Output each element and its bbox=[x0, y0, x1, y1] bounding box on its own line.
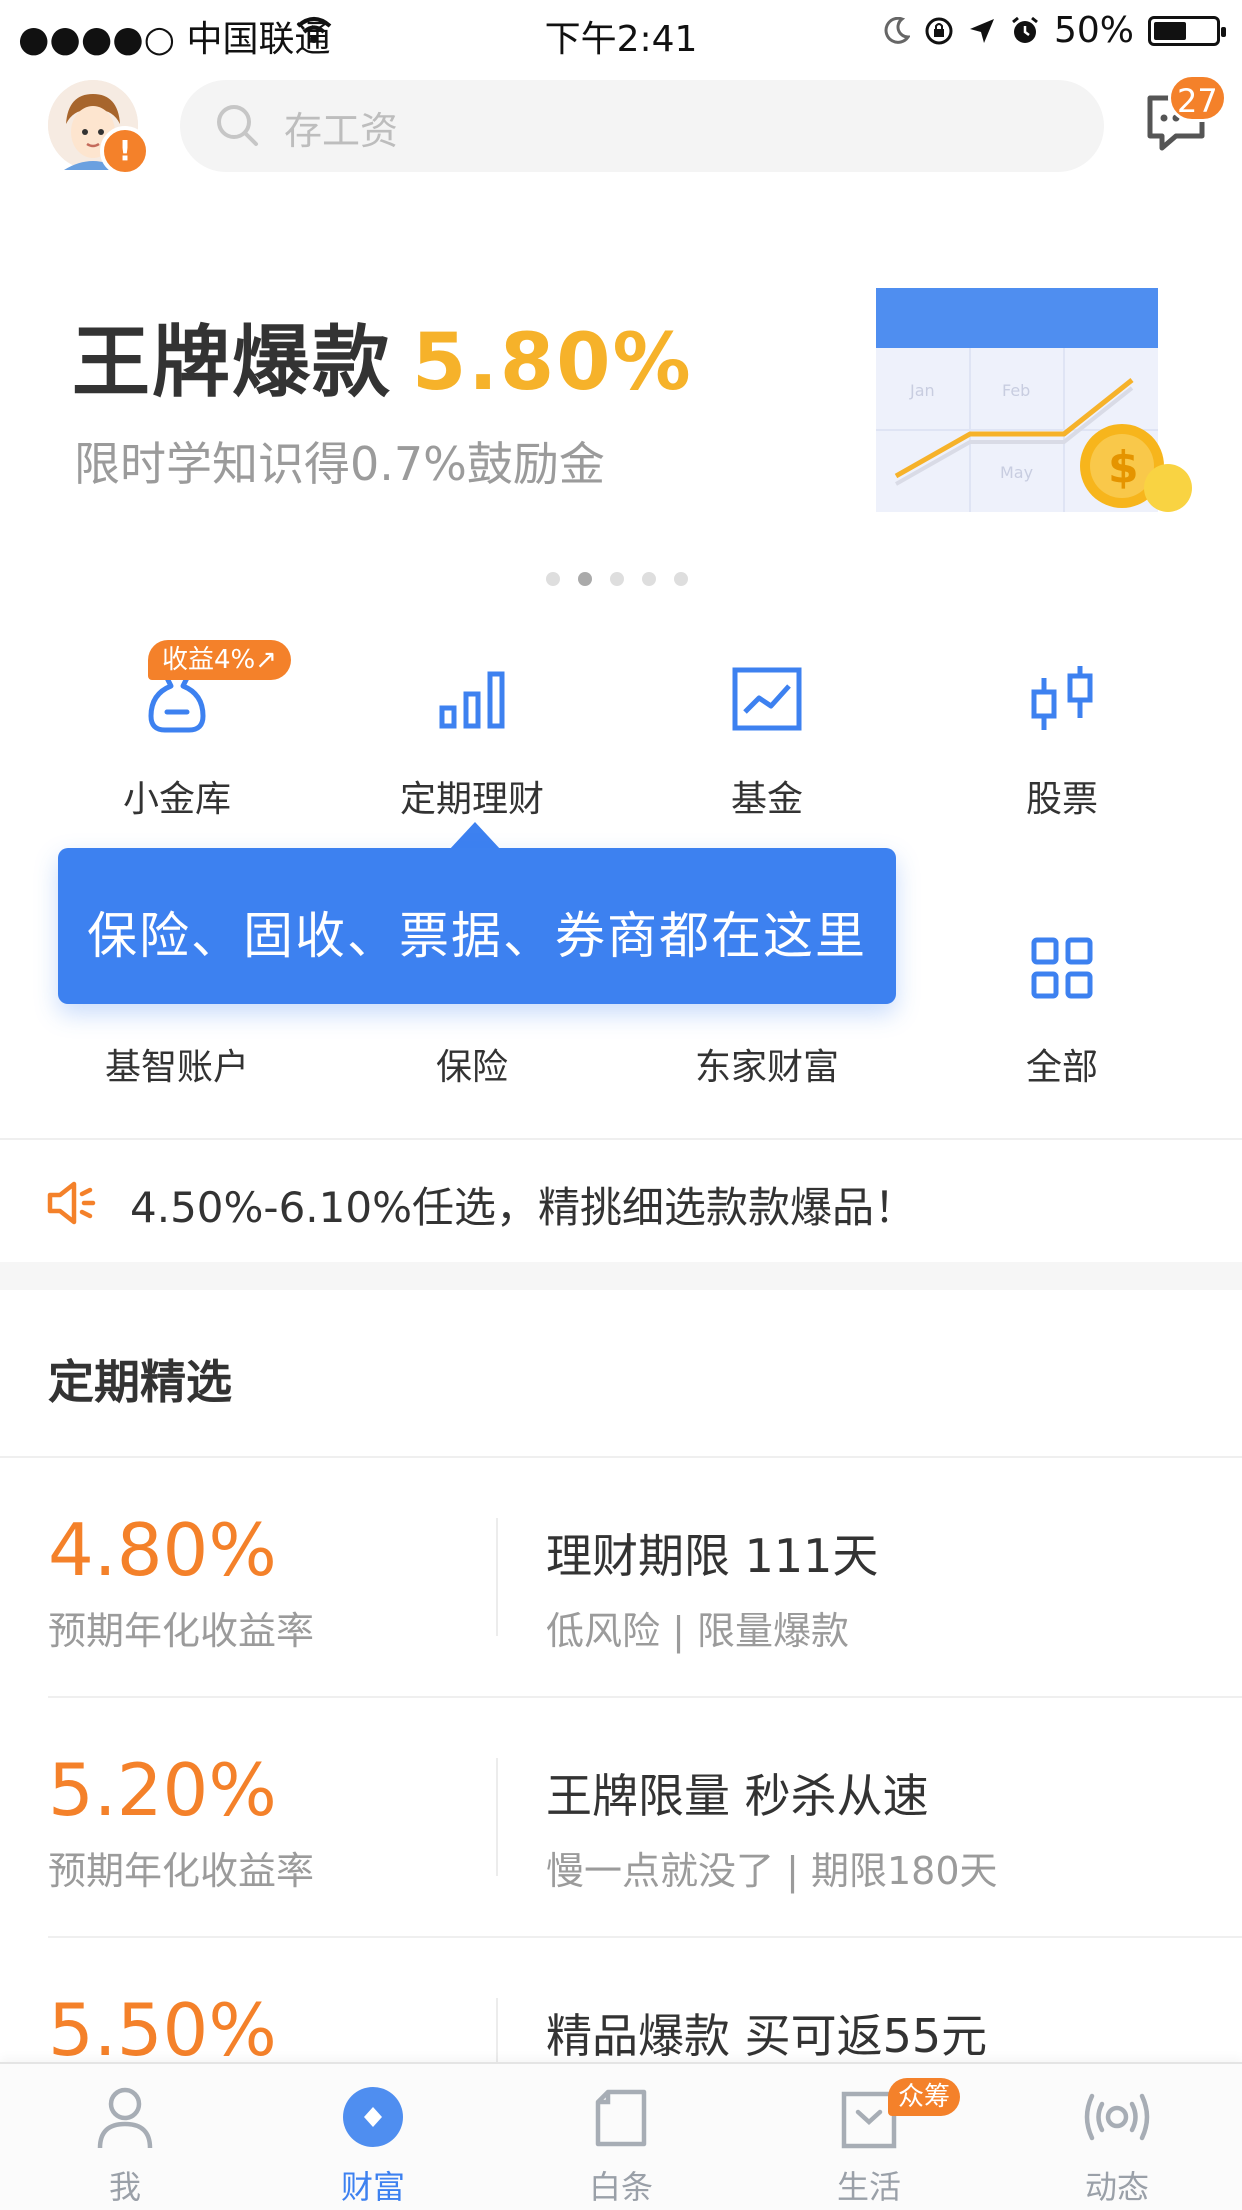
rotation-lock-icon bbox=[925, 17, 953, 44]
product-rate: 5.50% bbox=[48, 1988, 277, 2072]
broadcast-icon bbox=[1084, 2093, 1150, 2141]
product-subtitle: 低风险 | 限量爆款 bbox=[546, 1609, 849, 1653]
pager-dot[interactable] bbox=[610, 572, 624, 586]
tab-label: 动态 bbox=[1084, 2168, 1149, 2206]
product-rate: 4.80% bbox=[48, 1508, 277, 1592]
product-title: 理财期限 111天 bbox=[546, 1529, 879, 1583]
tab-label: 白条 bbox=[588, 2168, 653, 2206]
tab-label: 财富 bbox=[340, 2168, 405, 2206]
product-divider bbox=[496, 1758, 498, 1876]
product-rate: 5.20% bbox=[48, 1748, 277, 1832]
notice-text[interactable]: 4.50%-6.10%任选，精挑细选款款爆品！ bbox=[130, 1174, 916, 1235]
pager-dot-active[interactable] bbox=[578, 572, 592, 586]
diamond-coin-icon bbox=[343, 2087, 403, 2147]
product-subtitle: 慢一点就没了 | 期限180天 bbox=[546, 1849, 998, 1893]
speaker-icon bbox=[47, 1181, 96, 1225]
divider bbox=[0, 1456, 1242, 1458]
divider bbox=[48, 1696, 1242, 1698]
grid-item-xiaojinku[interactable]: 小金库 bbox=[27, 660, 327, 822]
crowdfunding-badge: 众筹 bbox=[888, 2078, 961, 2116]
message-button[interactable]: 27 bbox=[1146, 74, 1227, 151]
tooltip-text: 保险、固收、票据、券商都在这里 bbox=[87, 907, 867, 965]
illustration-month-jan: Jan bbox=[909, 381, 935, 400]
product-title: 王牌限量 秒杀从速 bbox=[546, 1769, 929, 1823]
search-icon bbox=[217, 105, 258, 146]
grid-label: 小金库 bbox=[122, 779, 231, 820]
tooltip-arrow bbox=[449, 822, 501, 850]
illustration-month-may: May bbox=[1000, 463, 1033, 482]
apps-grid-icon bbox=[1031, 937, 1093, 999]
grid-label: 股票 bbox=[1025, 779, 1098, 820]
battery-icon bbox=[1148, 15, 1226, 46]
battery-percent: 50% bbox=[1053, 10, 1134, 51]
tab-feed[interactable]: 动态 bbox=[1037, 2082, 1197, 2208]
product-title: 精品爆款 买可返55元 bbox=[546, 2009, 988, 2063]
feature-tooltip[interactable]: 保险、固收、票据、券商都在这里 bbox=[58, 848, 896, 1004]
tab-label: 生活 bbox=[836, 2168, 901, 2206]
tab-wealth[interactable]: 财富 bbox=[293, 2082, 453, 2208]
grid-label: 全部 bbox=[1025, 1047, 1098, 1088]
message-count-badge: 27 bbox=[1168, 74, 1227, 122]
avatar-alert-badge: ! bbox=[100, 126, 150, 176]
pager-dot[interactable] bbox=[674, 572, 688, 586]
section-gap bbox=[0, 1262, 1242, 1290]
location-icon bbox=[969, 18, 994, 43]
grid-item-fixed-term[interactable]: 定期理财 bbox=[322, 660, 622, 822]
status-right: 50% bbox=[884, 10, 1226, 51]
tab-me[interactable]: 我 bbox=[45, 2082, 205, 2208]
product-rate-label: 预期年化收益率 bbox=[48, 1609, 315, 1653]
grid-label: 基智账户 bbox=[104, 1047, 249, 1088]
divider bbox=[48, 1936, 1242, 1938]
status-bar: ●●●●○ 中国联通 下午2:41 50% bbox=[0, 0, 1242, 62]
tab-baitiao[interactable]: 白条 bbox=[541, 2082, 701, 2208]
alarm-icon bbox=[1012, 16, 1038, 43]
moon-icon bbox=[884, 16, 910, 44]
pager-dot[interactable] bbox=[642, 572, 656, 586]
banner-title: 王牌爆款 5.80% bbox=[72, 300, 693, 412]
trend-chart-icon bbox=[732, 667, 802, 731]
divider bbox=[0, 1138, 1242, 1140]
pager-dot[interactable] bbox=[546, 572, 560, 586]
tab-bar: 我 财富 白条 生活 动态 bbox=[0, 2062, 1242, 2210]
search-placeholder: 存工资 bbox=[284, 109, 399, 153]
grid-label: 定期理财 bbox=[399, 779, 544, 820]
avatar[interactable]: ! bbox=[48, 80, 150, 176]
illustration-month-feb: Feb bbox=[1002, 381, 1030, 400]
grid-label: 保险 bbox=[435, 1047, 508, 1088]
grid-label: 东家财富 bbox=[694, 1047, 839, 1088]
banner-subtitle: 限时学知识得0.7%鼓励金 bbox=[74, 437, 605, 491]
grid-label: 基金 bbox=[730, 779, 803, 820]
candlestick-icon bbox=[1031, 666, 1093, 730]
grid-item-stock[interactable]: 股票 bbox=[912, 660, 1212, 822]
banner-pager bbox=[546, 572, 688, 586]
banner-rate: 5.80% bbox=[412, 318, 693, 408]
tab-label: 我 bbox=[108, 2168, 141, 2206]
yield-tag: 收益4%↗ bbox=[148, 640, 292, 680]
banner-title-text: 王牌爆款 bbox=[72, 318, 393, 408]
bar-chart-icon bbox=[439, 671, 505, 729]
grid-item-all[interactable]: 全部 bbox=[912, 928, 1212, 1090]
section-title: 定期精选 bbox=[48, 1355, 232, 1409]
person-icon bbox=[97, 2087, 153, 2149]
svg-text:$: $ bbox=[1108, 442, 1139, 493]
grid-item-fund[interactable]: 基金 bbox=[617, 660, 917, 822]
card-icon bbox=[595, 2089, 647, 2147]
search-bar[interactable]: 存工资 bbox=[180, 80, 1104, 172]
calendar-chart-illustration: Jan Feb May $ bbox=[876, 288, 1192, 512]
product-divider bbox=[496, 1518, 498, 1636]
product-rate-label: 预期年化收益率 bbox=[48, 1849, 315, 1893]
